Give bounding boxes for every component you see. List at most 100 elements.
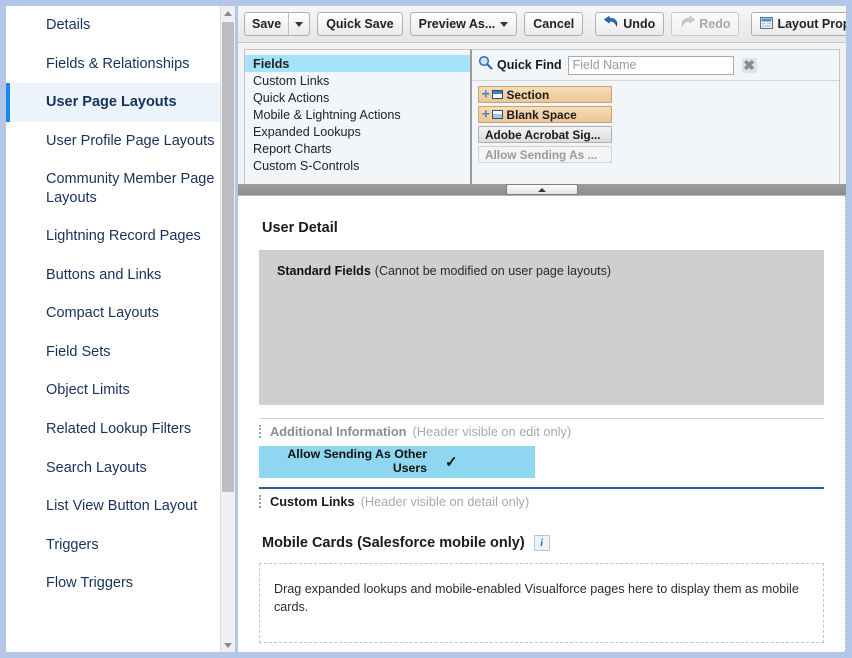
sidebar-item-list-view-button-layout[interactable]: List View Button Layout <box>6 487 230 526</box>
sidebar-item-flow-triggers[interactable]: Flow Triggers <box>6 564 230 603</box>
palette-category-fields[interactable]: Fields <box>245 55 470 72</box>
palette-item-list: ✛ Section ✛ Blank Space Adobe Acrobat Si… <box>472 81 839 163</box>
sidebar-nav-list: Details Fields & Relationships User Page… <box>6 6 230 603</box>
custom-links-header[interactable]: Custom Links (Header visible on detail o… <box>259 489 824 513</box>
undo-arrow-icon <box>604 15 619 32</box>
sidebar-item-label: Object Limits <box>46 382 130 399</box>
save-button[interactable]: Save <box>244 12 311 36</box>
sidebar-item-related-lookup-filters[interactable]: Related Lookup Filters <box>6 410 230 449</box>
custom-links-name: Custom Links <box>270 494 355 509</box>
sidebar-item-community-member-page-layouts[interactable]: Community Member Page Layouts <box>6 160 230 217</box>
sidebar-item-details[interactable]: Details <box>6 6 230 45</box>
app-root: Details Fields & Relationships User Page… <box>0 0 852 658</box>
additional-information-name: Additional Information <box>270 424 407 439</box>
layout-field-label: Allow Sending As Other Users <box>287 447 427 475</box>
preview-as-button[interactable]: Preview As... <box>409 12 518 36</box>
sidebar-item-buttons-and-links[interactable]: Buttons and Links <box>6 256 230 295</box>
sidebar-item-label: Field Sets <box>46 343 111 360</box>
checkmark-icon: ✓ <box>445 454 458 471</box>
mobile-cards-drop-zone[interactable]: Drag expanded lookups and mobile-enabled… <box>259 563 824 643</box>
sidebar-item-label: Community Member Page Layouts <box>46 171 215 206</box>
quick-find-bar: Quick Find ✖ <box>472 55 839 81</box>
palette-category-quick-actions[interactable]: Quick Actions <box>245 89 470 106</box>
palette-category-mobile-and-lightning-actions[interactable]: Mobile & Lightning Actions <box>245 106 470 123</box>
palette-category-label: Quick Actions <box>253 90 330 105</box>
sidebar-item-label: Flow Triggers <box>46 575 134 592</box>
triangle-up-icon <box>538 187 546 192</box>
custom-links-note: (Header visible on detail only) <box>360 494 530 509</box>
layout-editor-chrome: Save Quick Save Preview As... Cancel Und… <box>238 6 846 196</box>
blank-space-icon <box>491 110 503 119</box>
quick-find-clear-icon[interactable]: ✖ <box>741 57 757 73</box>
save-dropdown-caret-icon[interactable] <box>288 13 309 35</box>
standard-fields-section: Standard Fields (Cannot be modified on us… <box>259 250 824 405</box>
palette-category-label: Fields <box>253 56 290 71</box>
sidebar-item-compact-layouts[interactable]: Compact Layouts <box>6 294 230 333</box>
additional-information-header[interactable]: Additional Information (Header visible o… <box>259 419 824 443</box>
cancel-button-label: Cancel <box>533 17 575 31</box>
scroll-up-arrow-icon[interactable] <box>221 6 235 20</box>
sidebar-item-label: User Profile Page Layouts <box>46 132 215 149</box>
sidebar-item-object-limits[interactable]: Object Limits <box>6 371 230 410</box>
layout-properties-button-label: Layout Properties <box>777 17 846 31</box>
drag-plus-icon: ✛ <box>482 109 490 119</box>
info-icon[interactable]: i <box>533 535 550 551</box>
sidebar-item-label: Lightning Record Pages <box>46 228 201 245</box>
mobile-cards-drop-text: Drag expanded lookups and mobile-enabled… <box>274 582 799 615</box>
sidebar-item-label: User Page Layouts <box>46 94 177 111</box>
sidebar-item-label: List View Button Layout <box>46 498 198 515</box>
page-layout-editor: Save Quick Save Preview As... Cancel Und… <box>238 6 846 652</box>
sidebar-item-label: Fields & Relationships <box>46 55 190 72</box>
palette-category-custom-s-controls[interactable]: Custom S-Controls <box>245 157 470 174</box>
user-detail-heading: User Detail <box>262 220 338 236</box>
drag-grip-icon <box>259 425 264 438</box>
scrollbar-thumb[interactable] <box>222 22 234 492</box>
quick-save-button[interactable]: Quick Save <box>317 12 403 36</box>
undo-button-label: Undo <box>623 17 656 31</box>
quick-find-input[interactable] <box>567 55 734 75</box>
palette-field-panel: Quick Find ✖ ✛ Section ✛ Bl <box>472 49 840 186</box>
layout-properties-icon <box>760 16 774 32</box>
palette-item-label: Section <box>506 87 550 102</box>
palette-category-expanded-lookups[interactable]: Expanded Lookups <box>245 123 470 140</box>
palette-item-label: Allow Sending As ... <box>485 147 598 162</box>
section-icon <box>491 90 503 99</box>
sidebar-item-lightning-record-pages[interactable]: Lightning Record Pages <box>6 217 230 256</box>
sidebar-item-fields-and-relationships[interactable]: Fields & Relationships <box>6 45 230 84</box>
scroll-down-arrow-icon[interactable] <box>221 638 235 652</box>
palette-category-label: Custom S-Controls <box>253 158 360 173</box>
palette-splitter[interactable] <box>238 184 846 195</box>
layout-field-allow-sending-as-other-users[interactable]: Allow Sending As Other Users ✓ <box>259 446 535 478</box>
redo-arrow-icon <box>680 15 696 32</box>
element-palette: Fields Custom Links Quick Actions Mobile… <box>238 43 846 186</box>
undo-button[interactable]: Undo <box>595 12 665 36</box>
preview-as-button-label: Preview As... <box>418 17 496 31</box>
quick-save-button-label: Quick Save <box>326 17 394 31</box>
cancel-button[interactable]: Cancel <box>524 12 584 36</box>
palette-category-label: Custom Links <box>253 73 330 88</box>
sidebar-item-user-profile-page-layouts[interactable]: User Profile Page Layouts <box>6 122 230 161</box>
palette-item-section[interactable]: ✛ Section <box>478 86 612 103</box>
palette-category-list: Fields Custom Links Quick Actions Mobile… <box>244 49 472 186</box>
sidebar-item-field-sets[interactable]: Field Sets <box>6 333 230 372</box>
standard-fields-name: Standard Fields <box>277 264 371 278</box>
standard-fields-header: Standard Fields (Cannot be modified on us… <box>277 264 824 278</box>
palette-category-label: Mobile & Lightning Actions <box>253 107 401 122</box>
sidebar-item-label: Details <box>46 17 91 33</box>
sidebar-item-label: Search Layouts <box>46 459 147 476</box>
palette-category-report-charts[interactable]: Report Charts <box>245 140 470 157</box>
sidebar-item-user-page-layouts[interactable]: User Page Layouts <box>6 83 230 122</box>
sidebar-item-label: Compact Layouts <box>46 305 159 322</box>
palette-item-adobe-acrobat-sign[interactable]: Adobe Acrobat Sig... <box>478 126 612 143</box>
mobile-cards-heading: Mobile Cards (Salesforce mobile only) i <box>250 513 833 563</box>
standard-fields-note: (Cannot be modified on user page layouts… <box>374 264 612 278</box>
palette-category-custom-links[interactable]: Custom Links <box>245 72 470 89</box>
sidebar-item-triggers[interactable]: Triggers <box>6 526 230 565</box>
drag-plus-icon: ✛ <box>482 89 490 99</box>
sidebar-item-search-layouts[interactable]: Search Layouts <box>6 449 230 488</box>
collapse-palette-button[interactable] <box>506 184 578 195</box>
additional-information-note: (Header visible on edit only) <box>412 424 572 439</box>
layout-properties-button[interactable]: Layout Properties <box>751 12 846 36</box>
palette-item-blank-space[interactable]: ✛ Blank Space <box>478 106 612 123</box>
sidebar-scrollbar[interactable] <box>220 6 235 652</box>
